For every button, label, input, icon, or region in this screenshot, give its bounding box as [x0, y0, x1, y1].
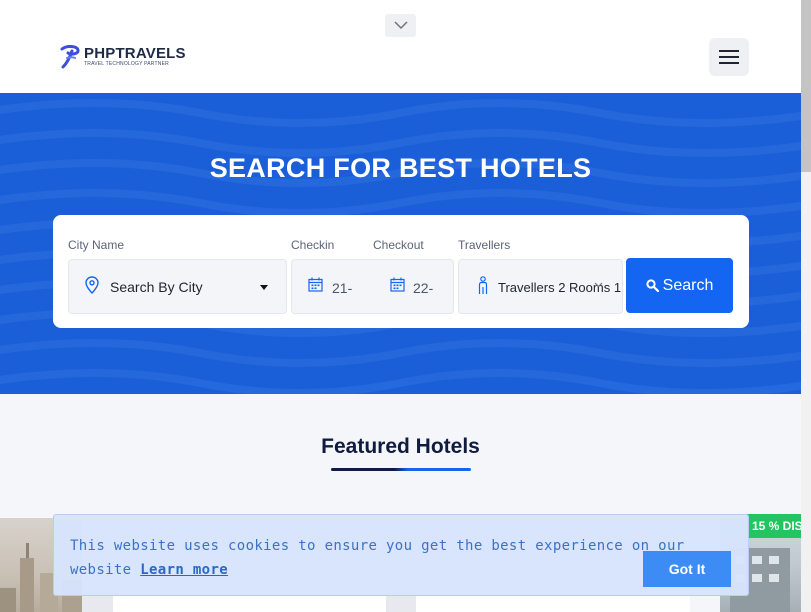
search-button-label: Search	[662, 276, 714, 294]
learn-more-link[interactable]: Learn more	[140, 562, 228, 578]
hotel-card[interactable]	[113, 596, 386, 612]
hotel-search-form: City Name Checkin Checkout Travellers Se…	[53, 215, 749, 328]
checkin-label: Checkin	[291, 238, 335, 252]
logo-name: PHPTRAVELS	[84, 45, 186, 62]
featured-title: Featured Hotels	[321, 435, 480, 458]
brand-logo[interactable]: PHPTRAVELS TRAVEL TECHNOLOGY PARTNER	[59, 44, 186, 70]
checkout-input[interactable]: 22-	[373, 260, 454, 313]
date-range-group: 21- 22-	[291, 259, 454, 314]
menu-button[interactable]	[709, 38, 749, 76]
cookie-message-block: This website uses cookies to ensure you …	[70, 534, 700, 582]
search-button[interactable]: Search	[626, 258, 733, 313]
city-label: City Name	[68, 238, 125, 252]
hero-title: SEARCH FOR BEST HOTELS	[209, 153, 592, 183]
dropdown-caret-icon	[260, 285, 268, 290]
calendar-icon	[390, 277, 405, 292]
title-underline	[331, 468, 471, 471]
logo-tagline: TRAVEL TECHNOLOGY PARTNER	[84, 61, 169, 67]
cookie-banner: This website uses cookies to ensure you …	[53, 514, 749, 596]
search-icon	[646, 279, 659, 292]
checkout-value: 22-	[413, 280, 434, 296]
chevron-down-icon	[594, 282, 603, 288]
cookie-accept-button[interactable]: Got It	[643, 551, 731, 587]
checkin-input[interactable]: 21-	[292, 260, 373, 313]
checkout-label: Checkout	[373, 238, 424, 252]
logo-mark-icon	[60, 45, 80, 69]
checkin-value: 21-	[332, 280, 353, 296]
hamburger-icon	[719, 50, 739, 64]
hotel-card[interactable]	[416, 596, 690, 612]
location-pin-icon	[85, 276, 99, 294]
card-gap	[82, 596, 113, 612]
chevron-down-icon	[393, 21, 408, 30]
discount-badge: 15 % DISC	[747, 514, 801, 538]
card-gap	[386, 596, 416, 612]
scrollbar-thumb[interactable]	[801, 0, 811, 172]
city-select[interactable]: Search By City	[68, 259, 287, 314]
travellers-label: Travellers	[458, 238, 511, 252]
city-select-value: Search By City	[110, 279, 203, 295]
top-toggle-button[interactable]	[385, 14, 416, 37]
calendar-icon	[308, 277, 323, 292]
travellers-select[interactable]: Travellers 2 Rooms 1	[458, 259, 623, 314]
person-icon	[478, 276, 488, 294]
